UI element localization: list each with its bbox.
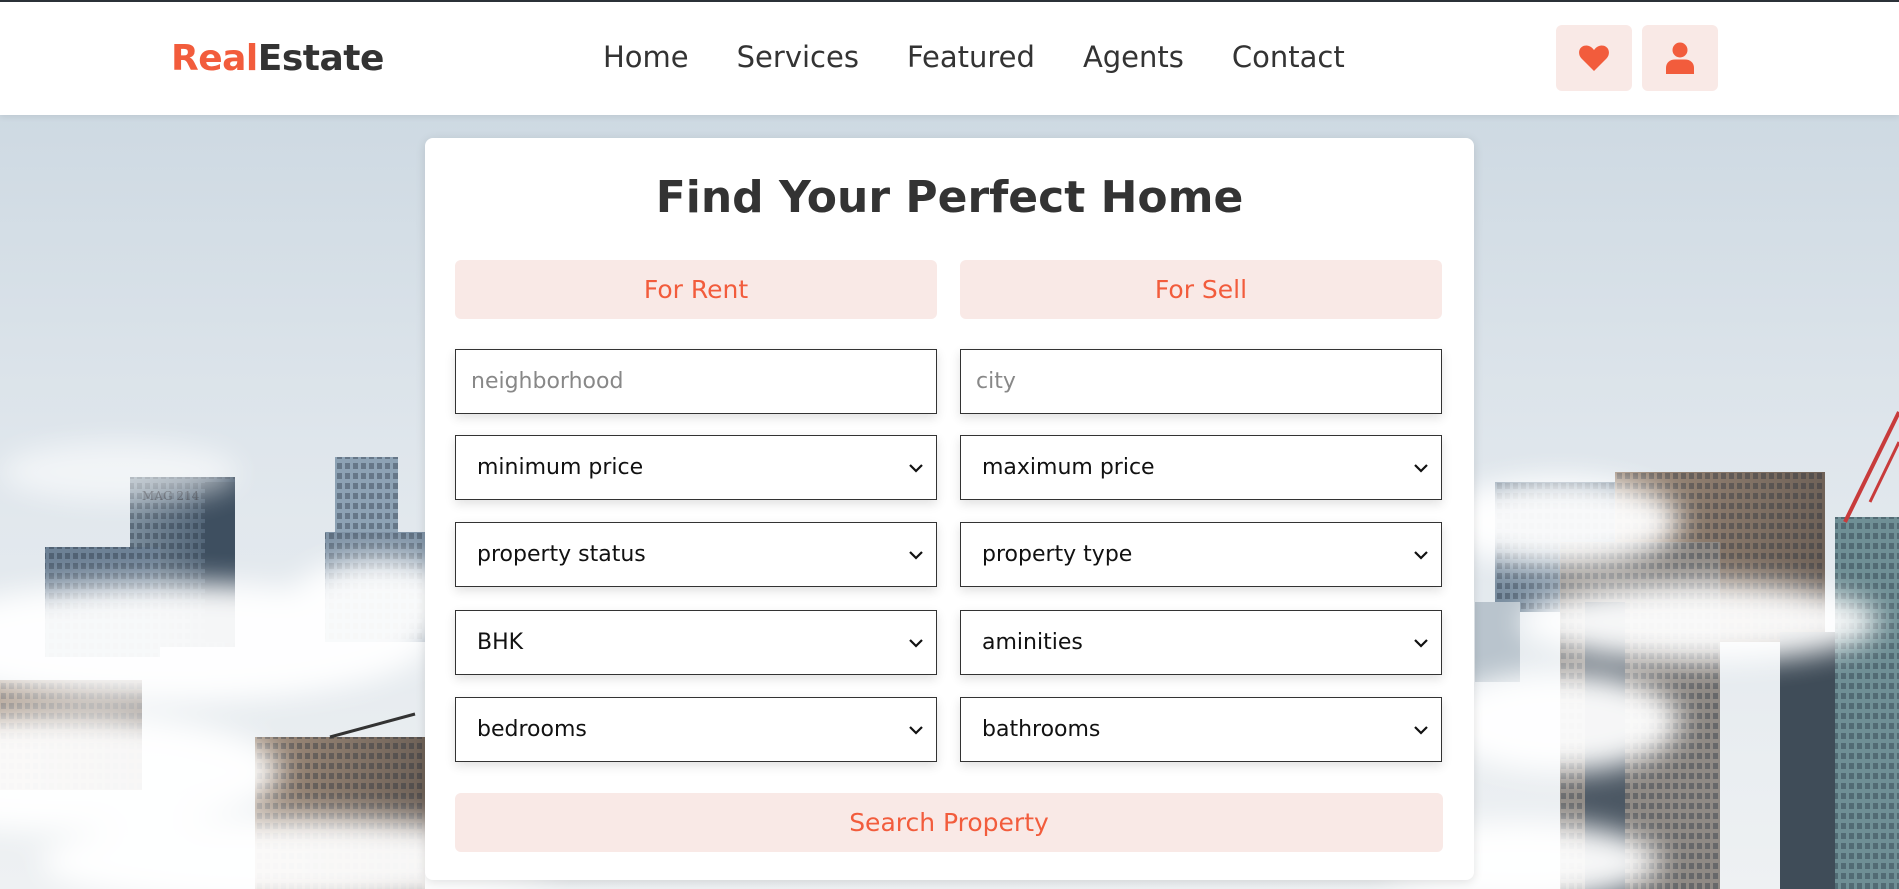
user-icon	[1666, 42, 1694, 74]
neighborhood-field	[455, 349, 937, 414]
city-field	[960, 349, 1442, 414]
chevron-down-icon	[1414, 725, 1428, 735]
max-price-select[interactable]: maximum price	[960, 435, 1442, 500]
bedrooms-value: bedrooms	[477, 717, 587, 742]
property-type-value: property type	[982, 542, 1133, 567]
search-property-button[interactable]: Search Property	[455, 793, 1443, 852]
chevron-down-icon	[909, 638, 923, 648]
logo-real: Real	[171, 38, 258, 79]
min-price-value: minimum price	[477, 455, 644, 480]
nav-contact-link[interactable]: Contact	[1232, 40, 1345, 74]
chevron-down-icon	[909, 725, 923, 735]
favorites-button[interactable]	[1556, 25, 1632, 91]
panel-title: Find Your Perfect Home	[655, 172, 1244, 223]
chevron-down-icon	[1414, 638, 1428, 648]
amenities-value: aminities	[982, 630, 1083, 655]
min-price-select[interactable]: minimum price	[455, 435, 937, 500]
nav-featured-link[interactable]: Featured	[907, 40, 1035, 74]
heart-icon	[1579, 45, 1609, 71]
nav-agents-link[interactable]: Agents	[1083, 40, 1184, 74]
nav-services-link[interactable]: Services	[737, 40, 859, 74]
chevron-down-icon	[1414, 550, 1428, 560]
bhk-value: BHK	[477, 630, 524, 655]
for-rent-button[interactable]: For Rent	[455, 260, 937, 319]
logo-estate: Estate	[257, 38, 385, 79]
search-panel: Find Your Perfect Home For Rent For Sell…	[425, 138, 1474, 880]
city-input[interactable]	[961, 350, 1441, 413]
main-nav: Home Services Featured Agents Contact	[603, 40, 1345, 74]
bedrooms-select[interactable]: bedrooms	[455, 697, 937, 762]
property-status-value: property status	[477, 542, 646, 567]
property-status-select[interactable]: property status	[455, 522, 937, 587]
neighborhood-input[interactable]	[456, 350, 936, 413]
property-type-select[interactable]: property type	[960, 522, 1442, 587]
amenities-select[interactable]: aminities	[960, 610, 1442, 675]
account-button[interactable]	[1642, 25, 1718, 91]
nav-home-link[interactable]: Home	[603, 40, 689, 74]
chevron-down-icon	[909, 550, 923, 560]
bathrooms-value: bathrooms	[982, 717, 1101, 742]
max-price-value: maximum price	[982, 455, 1155, 480]
site-logo[interactable]: RealEstate	[171, 38, 384, 79]
for-sell-button[interactable]: For Sell	[960, 260, 1442, 319]
chevron-down-icon	[1414, 463, 1428, 473]
page: MAG 214	[0, 2, 1899, 889]
chevron-down-icon	[909, 463, 923, 473]
bathrooms-select[interactable]: bathrooms	[960, 697, 1442, 762]
bhk-select[interactable]: BHK	[455, 610, 937, 675]
top-header: RealEstate Home Services Featured Agents…	[0, 2, 1899, 115]
